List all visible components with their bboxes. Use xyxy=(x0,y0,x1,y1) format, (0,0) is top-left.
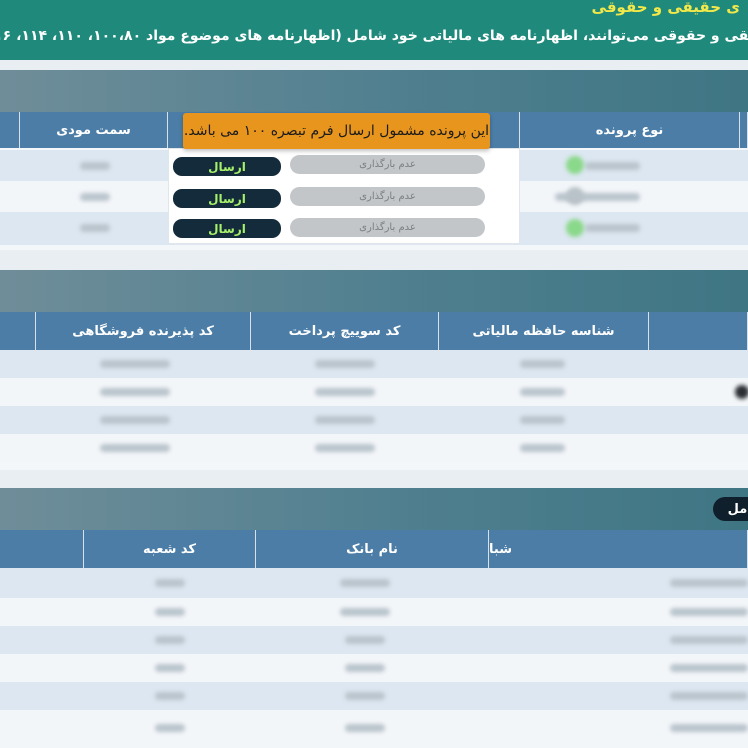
blurred-cell xyxy=(155,579,185,587)
blurred-cell xyxy=(100,360,170,368)
blurred-taxpayer-role xyxy=(80,193,110,201)
header-tax-memory-id: شناسه حافظه مالیاتی xyxy=(439,312,649,350)
blurred-cell xyxy=(345,664,385,672)
blurred-cell xyxy=(340,579,390,587)
header-bank-name: نام بانک xyxy=(256,530,489,568)
banner-description: یقی و حقوقی می‌توانند، اظهارنامه های مال… xyxy=(0,28,748,44)
blurred-cell xyxy=(345,724,385,732)
header-switch-code: کد سوییچ پرداخت xyxy=(251,312,439,350)
blurred-cell xyxy=(100,444,170,452)
send-button[interactable]: ارسال xyxy=(173,189,281,208)
table-row xyxy=(0,654,748,682)
header-cell-blank xyxy=(0,530,84,568)
banner-title: ی حقیقی و حقوقی xyxy=(591,0,740,16)
row-icon xyxy=(735,385,748,399)
blurred-cell xyxy=(670,608,748,616)
blurred-case-type xyxy=(585,162,640,170)
section-band-bank xyxy=(0,488,748,530)
table-row xyxy=(0,378,748,406)
header-merchant-code: کد پذیرنده فروشگاهی xyxy=(36,312,251,350)
top-banner: ی حقیقی و حقوقی یقی و حقوقی می‌توانند، ا… xyxy=(0,0,748,60)
upload-status-badge: عدم بارگذاری xyxy=(290,218,485,237)
upload-status-badge: عدم بارگذاری xyxy=(290,155,485,174)
section-band-cases xyxy=(0,70,748,112)
table-row xyxy=(0,406,748,434)
send-button[interactable]: ارسال xyxy=(173,157,281,176)
blurred-cell xyxy=(315,416,375,424)
blurred-cell xyxy=(345,692,385,700)
note-100-tooltip: این پرونده مشمول ارسال فرم تبصره ۱۰۰ می … xyxy=(183,113,490,149)
blurred-cell xyxy=(670,724,748,732)
blurred-cell xyxy=(315,360,375,368)
header-cell-edge xyxy=(740,112,748,148)
blurred-cell xyxy=(670,636,748,644)
header-cell-blank xyxy=(0,312,36,350)
blurred-cell xyxy=(520,416,565,424)
blurred-cell xyxy=(100,416,170,424)
blurred-cell xyxy=(520,444,565,452)
table-row xyxy=(0,626,748,654)
blurred-cell xyxy=(155,664,185,672)
blurred-cell xyxy=(520,360,565,368)
table-row xyxy=(0,568,748,598)
blurred-cell xyxy=(520,388,565,396)
blurred-cell xyxy=(670,692,748,700)
header-case-type: نوع پرونده xyxy=(520,112,740,148)
blurred-cell xyxy=(315,388,375,396)
blurred-cell xyxy=(155,724,185,732)
section-label-pill: شامل xyxy=(713,497,748,521)
header-taxpayer-role: سمت مودی xyxy=(20,112,168,148)
status-dot-icon xyxy=(566,219,584,237)
blurred-cell xyxy=(670,579,748,587)
status-dot-icon xyxy=(566,156,584,174)
blurred-cell xyxy=(155,608,185,616)
blurred-cell xyxy=(100,388,170,396)
table-row xyxy=(0,350,748,378)
blurred-cell xyxy=(670,664,748,672)
header-cell-blank xyxy=(0,112,20,148)
upload-status-badge: عدم بارگذاری xyxy=(290,187,485,206)
blurred-cell xyxy=(315,444,375,452)
header-sheba-label: شبا xyxy=(489,541,512,557)
send-button[interactable]: ارسال xyxy=(173,219,281,238)
table-row xyxy=(0,710,748,748)
blurred-cell xyxy=(155,636,185,644)
section-band-pos xyxy=(0,270,748,312)
table-row xyxy=(0,598,748,626)
blurred-taxpayer-role xyxy=(80,224,110,232)
blurred-cell xyxy=(155,692,185,700)
table-row xyxy=(0,434,748,462)
blurred-taxpayer-role xyxy=(80,162,110,170)
header-sheba: شبا xyxy=(489,530,748,568)
blurred-case-type xyxy=(585,224,640,232)
table-row xyxy=(0,682,748,710)
blurred-cell xyxy=(345,636,385,644)
blurred-cell xyxy=(340,608,390,616)
header-branch-code: کد شعبه xyxy=(84,530,256,568)
header-cell-edge xyxy=(649,312,748,350)
status-dot-icon xyxy=(566,187,584,205)
